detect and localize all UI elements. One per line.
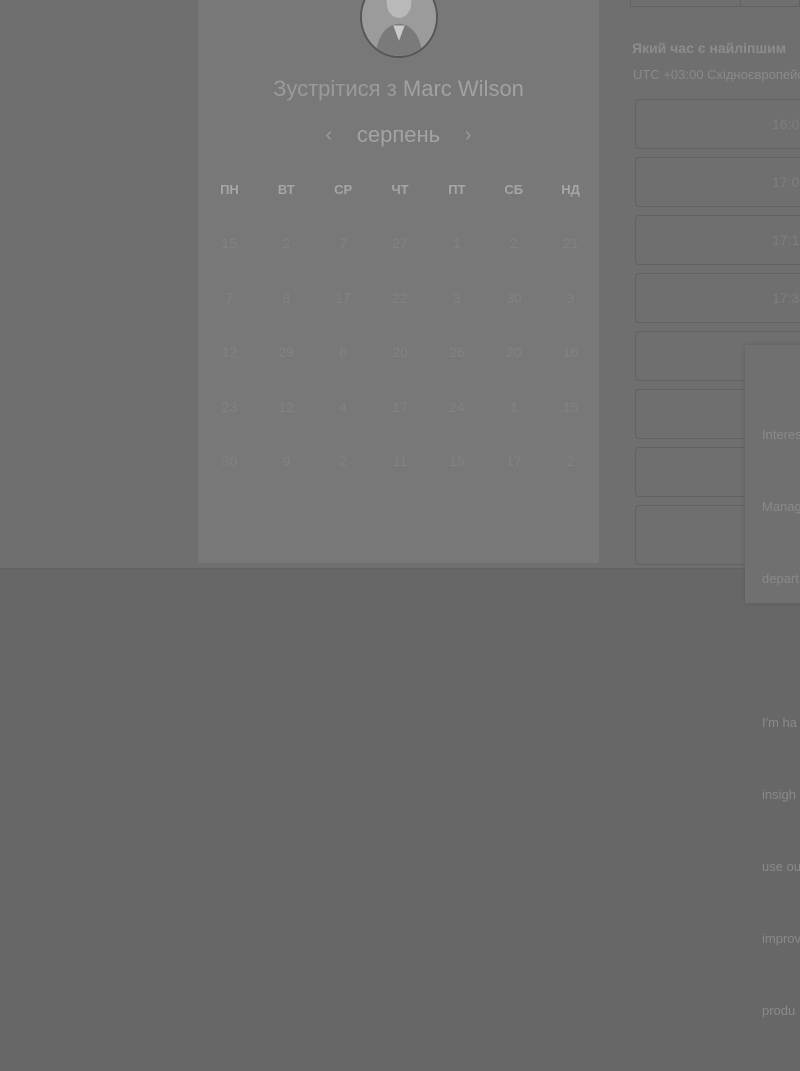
popup-text: Interes Manag depart I'm ha insigh use o…: [762, 375, 800, 1071]
calendar-day[interactable]: 8: [315, 344, 372, 399]
calendar-day[interactable]: 1: [485, 399, 542, 454]
calendar-week: 12 29 8 20 26 20 16: [201, 344, 599, 399]
calendar-day[interactable]: 27: [372, 235, 429, 290]
popup-line: I'm ha: [762, 715, 797, 730]
calendar-day[interactable]: 15: [428, 453, 485, 508]
popup-line: insigh: [762, 787, 796, 802]
info-popup: Interes Manag depart I'm ha insigh use o…: [745, 345, 800, 1018]
calendar-week: 7 8 17 22 3 30 3: [201, 290, 599, 345]
calendar-day[interactable]: 30: [201, 453, 258, 508]
popup-line: [762, 639, 800, 663]
time-slot[interactable]: 17:15: [635, 215, 800, 265]
calendar-day[interactable]: 1: [428, 235, 485, 290]
time-slot-label: 17:00: [772, 174, 800, 190]
host-name: Marc Wilson: [402, 76, 524, 101]
time-slot[interactable]: 16:00: [635, 99, 800, 149]
calendar-week: 30 9 2 11 15 17 2: [201, 453, 599, 508]
weekday-label: СР: [334, 182, 353, 197]
top-tab-bar[interactable]: [630, 0, 800, 7]
popup-line: Manag: [762, 499, 800, 514]
time-slot-label: 17:15: [772, 232, 800, 248]
time-slot-label: 17:30: [772, 290, 800, 306]
time-slot-label: 16:00: [772, 116, 800, 132]
popup-line: use ou: [762, 859, 800, 874]
calendar-day[interactable]: 8: [258, 290, 315, 345]
calendar-day[interactable]: 16: [542, 344, 599, 399]
weekday-label: СБ: [504, 182, 524, 197]
chevron-left-icon[interactable]: ‹: [317, 123, 341, 147]
chevron-right-icon[interactable]: ›: [456, 123, 480, 147]
month-label: серпень: [356, 122, 441, 147]
calendar-day[interactable]: 2: [485, 235, 542, 290]
weekday-label: НД: [561, 182, 580, 197]
calendar-day[interactable]: 2: [258, 235, 315, 290]
calendar-day[interactable]: 17: [372, 399, 429, 454]
time-slot[interactable]: 17:00: [635, 157, 800, 207]
calendar-day[interactable]: 12: [201, 344, 258, 399]
time-slot[interactable]: 17:30: [635, 273, 800, 323]
meeting-title-prefix: Зустрітися з: [273, 76, 397, 101]
timezone-label[interactable]: UTC +03:00 Східноєвропейський: [633, 67, 800, 82]
calendar-day[interactable]: 17: [485, 453, 542, 508]
calendar-day[interactable]: 2: [542, 453, 599, 508]
calendar-day[interactable]: 17: [315, 290, 372, 345]
calendar-grid: 15 2 7 27 1 2 21 7 8 17 22 3 30 3 12 29 …: [201, 235, 599, 508]
calendar-day[interactable]: 22: [372, 290, 429, 345]
calendar-week: 23 12 4 17 24 1 15: [201, 399, 599, 454]
calendar-day[interactable]: 3: [428, 290, 485, 345]
weekday-label: ЧТ: [391, 182, 409, 197]
calendar-day[interactable]: 15: [542, 399, 599, 454]
calendar-day[interactable]: 20: [485, 344, 542, 399]
calendar-day[interactable]: 21: [542, 235, 599, 290]
calendar-day[interactable]: 12: [258, 399, 315, 454]
calendar-day[interactable]: 2: [315, 453, 372, 508]
month-navigation: ‹ серпень ›: [198, 122, 599, 148]
calendar-day[interactable]: 7: [315, 235, 372, 290]
popup-line: improv: [762, 931, 800, 946]
calendar-day[interactable]: 4: [315, 399, 372, 454]
meeting-title: Зустрітися з Marc Wilson: [198, 76, 599, 102]
calendar-day[interactable]: 3: [542, 290, 599, 345]
tab-divider: [740, 0, 741, 7]
calendar-day[interactable]: 30: [485, 290, 542, 345]
popup-line: depart: [762, 571, 799, 586]
popup-line: produ: [762, 1003, 796, 1018]
time-question: Який час є найліпшим: [632, 40, 787, 56]
popup-line: Interes: [762, 427, 800, 442]
calendar-day[interactable]: 24: [428, 399, 485, 454]
calendar-day[interactable]: 15: [201, 235, 258, 290]
calendar-day[interactable]: 20: [372, 344, 429, 399]
calendar-day[interactable]: 9: [258, 453, 315, 508]
weekday-label: ВТ: [277, 182, 295, 197]
weekday-header: ПН ВТ СР ЧТ ПТ СБ НД: [201, 182, 599, 197]
avatar-image: [362, 0, 436, 56]
calendar-day[interactable]: 26: [428, 344, 485, 399]
calendar-day[interactable]: 7: [201, 290, 258, 345]
calendar-day[interactable]: 23: [201, 399, 258, 454]
calendar-day[interactable]: 29: [258, 344, 315, 399]
calendar-week: 15 2 7 27 1 2 21: [201, 235, 599, 290]
weekday-label: ПТ: [448, 182, 466, 197]
calendar-day[interactable]: 11: [372, 453, 429, 508]
weekday-label: ПН: [220, 182, 239, 197]
